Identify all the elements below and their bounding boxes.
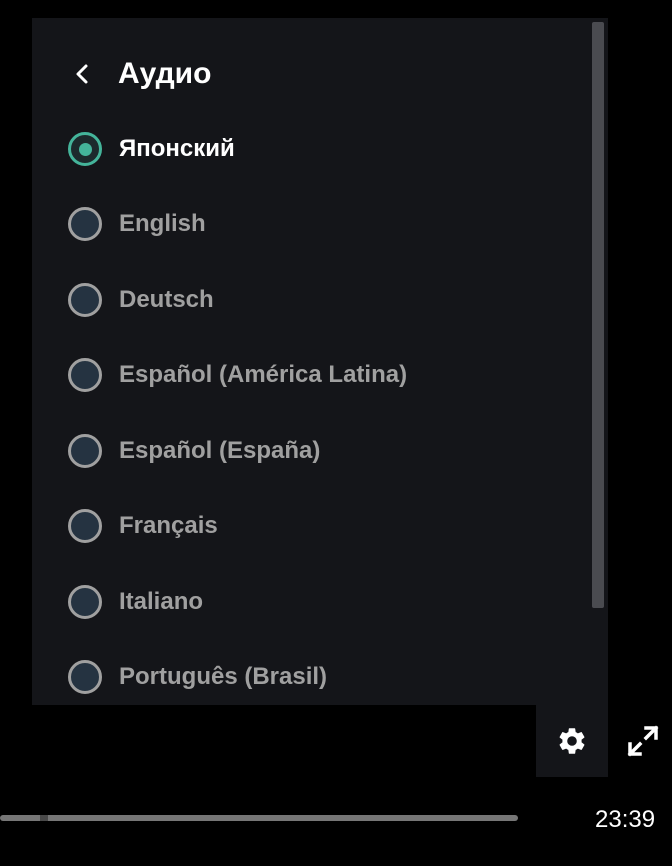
radio-button[interactable] [68,358,102,392]
audio-option-french[interactable]: Français [64,497,584,557]
radio-button[interactable] [68,283,102,317]
radio-button-selected[interactable] [68,132,102,166]
radio-button[interactable] [68,660,102,694]
audio-option-italian[interactable]: Italiano [64,573,584,633]
progress-bar[interactable] [0,815,518,821]
audio-option-label: Español (España) [119,437,321,464]
audio-option-label: English [119,210,206,237]
progress-marker [40,815,48,821]
gear-icon[interactable] [556,725,588,757]
audio-option-english[interactable]: English [64,195,584,255]
radio-button[interactable] [68,585,102,619]
audio-option-spanish-latam[interactable]: Español (América Latina) [64,346,584,406]
radio-button[interactable] [68,434,102,468]
audio-option-label: Français [119,512,218,539]
audio-option-portuguese-brazil[interactable]: Português (Brasil) [64,648,584,705]
audio-settings-menu: Аудио Японский English Deutsch Español (… [32,18,608,705]
menu-scrollbar-thumb[interactable] [592,22,604,608]
chevron-left-icon[interactable] [72,63,94,85]
audio-option-label: Italiano [119,588,204,615]
audio-option-label: Português (Brasil) [119,663,328,690]
audio-option-japanese[interactable]: Японский [64,120,584,180]
settings-button[interactable] [536,705,608,777]
fullscreen-icon[interactable] [626,724,660,758]
radio-button[interactable] [68,509,102,543]
audio-option-label: Японский [119,135,235,162]
menu-title: Аудио [118,57,212,90]
radio-button[interactable] [68,207,102,241]
audio-option-label: Español (América Latina) [119,361,408,388]
audio-option-spanish-spain[interactable]: Español (España) [64,422,584,482]
audio-option-label: Deutsch [119,286,214,313]
time-display: 23:39 [595,806,656,833]
audio-option-german[interactable]: Deutsch [64,271,584,331]
